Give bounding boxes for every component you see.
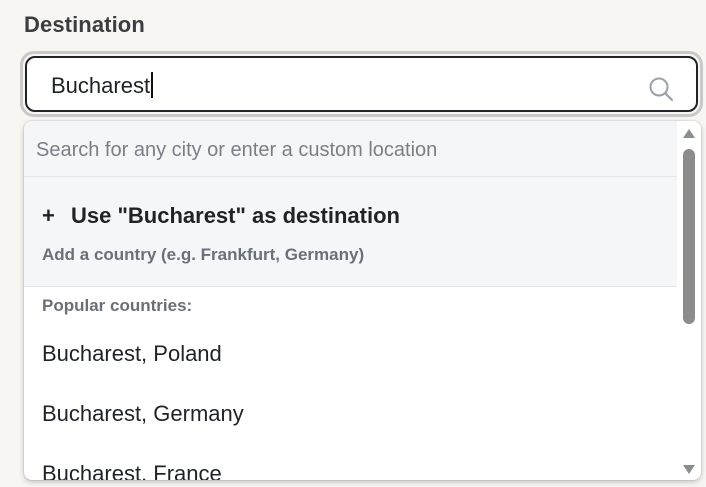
dropdown-search-placeholder: Search for any city or enter a custom lo… [36, 139, 438, 161]
popular-countries-heading: Popular countries: [42, 296, 193, 315]
destination-input-value[interactable]: Bucharest [51, 72, 154, 99]
destination-input-text: Bucharest [51, 73, 151, 98]
text-caret [151, 72, 154, 98]
suggestion-label: Bucharest, France [42, 461, 222, 480]
plus-icon: + [42, 203, 55, 228]
suggestion-item[interactable]: Bucharest, France [24, 449, 677, 480]
dropdown-scrollbar[interactable] [677, 121, 701, 480]
suggestion-item[interactable]: Bucharest, Poland [24, 329, 677, 381]
dropdown-search-field[interactable]: Search for any city or enter a custom lo… [24, 121, 677, 177]
search-icon[interactable] [648, 76, 674, 102]
destination-label: Destination [24, 12, 145, 37]
suggestion-label: Bucharest, Poland [42, 341, 222, 366]
destination-input[interactable]: Bucharest [25, 56, 698, 112]
add-country-hint: Add a country (e.g. Frankfurt, Germany) [42, 245, 365, 264]
scroll-down-arrow-icon[interactable] [683, 465, 695, 474]
scroll-thumb[interactable] [683, 149, 695, 324]
scroll-up-arrow-icon[interactable] [683, 129, 695, 138]
use-as-destination-option[interactable]: + Use "Bucharest" as destination Add a c… [24, 177, 677, 287]
suggestion-item[interactable]: Bucharest, Germany [24, 389, 677, 441]
use-as-destination-label: Use "Bucharest" as destination [71, 203, 400, 228]
suggestion-label: Bucharest, Germany [42, 401, 244, 426]
destination-dropdown: Search for any city or enter a custom lo… [24, 121, 701, 480]
